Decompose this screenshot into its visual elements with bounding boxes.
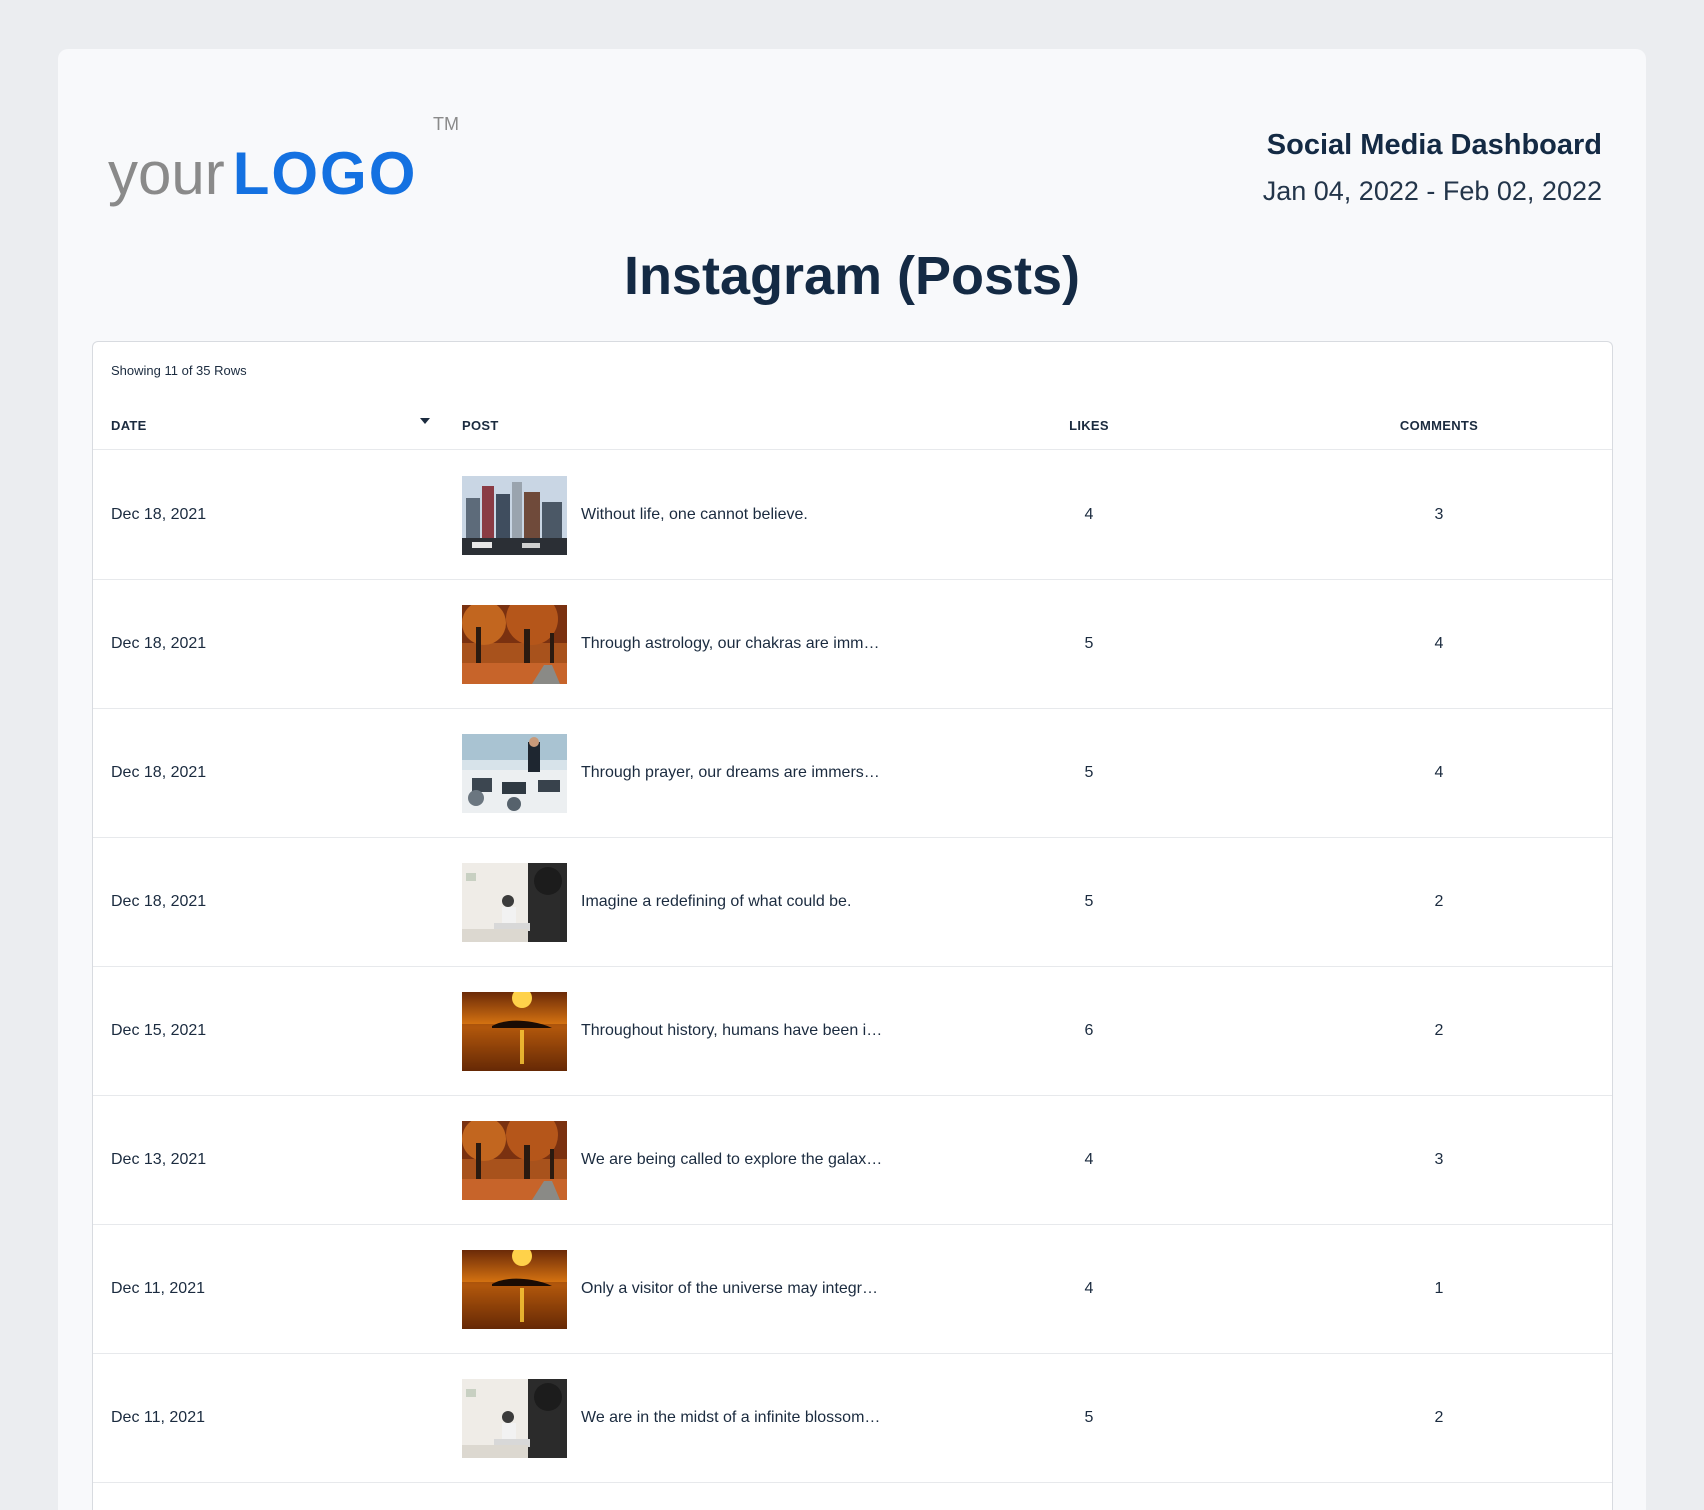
autumn-image[interactable] [462, 604, 567, 684]
report-header: Social Media Dashboard Jan 04, 2022 - Fe… [1263, 129, 1602, 207]
row-date: Dec 13, 2021 [111, 1151, 207, 1168]
page-title: Instagram (Posts) [623, 246, 1081, 306]
table-row[interactable]: Dec 13, 2021 We are being called to expl… [93, 1096, 1612, 1225]
row-post[interactable]: We are being called to explore the galax… [462, 1096, 882, 1224]
row-post[interactable]: We are in the midst of a infinite blosso… [462, 1354, 880, 1482]
logo-main-text: LOGO [232, 140, 418, 207]
posts-table: Showing 11 of 35 Rows DATE POST LIKES CO… [92, 341, 1613, 1510]
row-date: Dec 11, 2021 [111, 1280, 205, 1297]
row-likes: 5 [1084, 635, 1094, 652]
meeting-image[interactable] [462, 862, 567, 942]
row-likes: 4 [1084, 1151, 1094, 1168]
table-body: Dec 18, 2021 Without life, one cannot be… [93, 451, 1612, 1483]
post-caption: Through astrology, our chakras are imm… [581, 635, 880, 652]
row-post[interactable]: Without life, one cannot believe. [462, 451, 808, 579]
post-caption: We are in the midst of a infinite blosso… [581, 1409, 881, 1426]
post-caption: Only a visitor of the universe may integ… [581, 1280, 879, 1297]
logo-your-text: your [108, 140, 225, 207]
rows-count-label: Showing 11 of 35 Rows [111, 363, 247, 378]
row-date: Dec 18, 2021 [111, 635, 207, 652]
sunset-image[interactable] [462, 991, 567, 1071]
table-row[interactable]: Dec 11, 2021 We are in the midst of a in… [93, 1354, 1612, 1483]
city-image[interactable] [462, 475, 567, 555]
post-caption: We are being called to explore the galax… [581, 1151, 883, 1168]
table-row[interactable]: Dec 18, 2021 Through astrology, our chak… [93, 580, 1612, 709]
table-row[interactable]: Dec 11, 2021 Only a visitor of the unive… [93, 1225, 1612, 1354]
row-comments: 2 [1434, 893, 1444, 910]
autumn-image[interactable] [462, 1120, 567, 1200]
row-comments: 3 [1434, 506, 1444, 523]
table-row[interactable]: Dec 18, 2021 Without life, one cannot be… [93, 451, 1612, 580]
row-comments: 4 [1434, 764, 1444, 781]
table-row[interactable]: Dec 15, 2021 Throughout history, humans … [93, 967, 1612, 1096]
post-caption: Without life, one cannot believe. [581, 506, 808, 523]
row-comments: 4 [1434, 635, 1444, 652]
column-header-comments[interactable]: COMMENTS [1379, 400, 1499, 450]
column-header-likes[interactable]: LIKES [1059, 400, 1119, 450]
post-caption: Through prayer, our dreams are immers… [581, 764, 880, 781]
row-post[interactable]: Throughout history, humans have been i… [462, 967, 882, 1095]
office-image[interactable] [462, 733, 567, 813]
table-row[interactable]: Dec 18, 2021 Imagine a redefining of wha… [93, 838, 1612, 967]
row-likes: 5 [1084, 764, 1094, 781]
post-caption: Throughout history, humans have been i… [581, 1022, 883, 1039]
row-comments: 3 [1434, 1151, 1444, 1168]
row-comments: 2 [1434, 1409, 1444, 1426]
sort-desc-caret-icon[interactable] [420, 418, 430, 424]
post-caption: Imagine a redefining of what could be. [581, 893, 852, 910]
dashboard-title: Social Media Dashboard [1266, 129, 1602, 161]
row-date: Dec 18, 2021 [111, 764, 207, 781]
table-header: DATE POST LIKES COMMENTS [93, 400, 1612, 450]
company-logo: your LOGO [108, 124, 417, 204]
row-date: Dec 18, 2021 [111, 893, 207, 910]
logo-trademark: TM [433, 114, 459, 134]
column-header-date[interactable]: DATE [111, 400, 147, 450]
row-comments: 2 [1434, 1022, 1444, 1039]
row-comments: 1 [1434, 1280, 1444, 1297]
table-row[interactable]: Dec 18, 2021 Through prayer, our dreams … [93, 709, 1612, 838]
row-post[interactable]: Through prayer, our dreams are immers… [462, 709, 880, 837]
row-date: Dec 18, 2021 [111, 506, 207, 523]
row-likes: 4 [1084, 506, 1094, 523]
sunset-image[interactable] [462, 1249, 567, 1329]
report-page: your LOGO TM Social Media Dashboard Jan … [58, 49, 1646, 1510]
row-post[interactable]: Imagine a redefining of what could be. [462, 838, 851, 966]
row-post[interactable]: Through astrology, our chakras are imm… [462, 580, 879, 708]
row-likes: 5 [1084, 1409, 1094, 1426]
row-likes: 5 [1084, 893, 1094, 910]
meeting-image[interactable] [462, 1378, 567, 1458]
row-post[interactable]: Only a visitor of the universe may integ… [462, 1225, 878, 1353]
date-range: Jan 04, 2022 - Feb 02, 2022 [1262, 176, 1602, 206]
row-likes: 6 [1084, 1022, 1094, 1039]
row-date: Dec 11, 2021 [111, 1409, 205, 1426]
column-header-post[interactable]: POST [462, 400, 499, 450]
row-date: Dec 15, 2021 [111, 1022, 207, 1039]
row-likes: 4 [1084, 1280, 1094, 1297]
